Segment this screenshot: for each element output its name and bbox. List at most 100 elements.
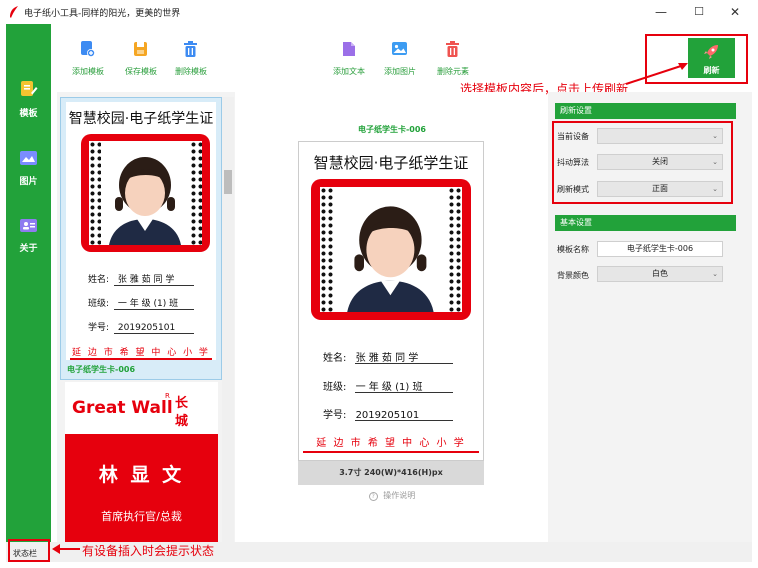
rocket-icon: [704, 45, 718, 59]
school-name[interactable]: 延 边 市 希 望 中 心 小 学: [299, 434, 483, 449]
bg-color-select[interactable]: 白色 ⌄: [597, 266, 723, 282]
underline: [355, 392, 453, 393]
chevron-down-icon: ⌄: [712, 132, 718, 140]
dot-border-right: [190, 141, 202, 245]
help-link[interactable]: ? 操作说明: [300, 490, 484, 501]
template-name-label: 电子纸学生卡-006: [67, 365, 136, 374]
brand-name: Great Wall: [72, 398, 173, 418]
refresh-mode-select[interactable]: 正面 ⌄: [597, 181, 723, 197]
bg-color-label: 背景颜色: [557, 271, 589, 280]
underline: [355, 420, 453, 421]
add-text-icon: [343, 42, 355, 56]
select-value: 正面: [652, 184, 668, 193]
brand-cn-2: 城: [175, 414, 189, 429]
school-name: 延 边 市 希 望 中 心 小 学: [72, 348, 210, 358]
field-label: 学号:: [88, 323, 110, 333]
add-template-label: 添加模板: [72, 67, 104, 76]
close-button[interactable]: ✕: [718, 0, 752, 24]
photo-frame: [81, 134, 210, 252]
image-icon: [20, 151, 37, 165]
basic-settings-header: 基本设置: [555, 215, 736, 231]
underline: [355, 363, 453, 364]
name-field: 姓名: 张 雅 茹 同 学: [88, 272, 174, 285]
template-list-scrollbar[interactable]: [222, 97, 234, 542]
student-photo: [89, 141, 202, 245]
underline: [114, 333, 194, 334]
person-name: 林 显 文: [98, 464, 185, 486]
chevron-down-icon: ⌄: [712, 185, 718, 193]
student-photo[interactable]: [320, 187, 462, 312]
help-icon: ?: [368, 492, 378, 501]
sidebar-item-about[interactable]: 关于: [6, 217, 51, 265]
sidebar-item-template[interactable]: 模板: [6, 80, 51, 128]
add-template-button[interactable]: 添加模板: [59, 40, 117, 86]
trash-icon: [446, 41, 459, 57]
photo-frame[interactable]: [311, 179, 471, 320]
refresh-label: 刷新: [703, 66, 720, 75]
help-label: 操作说明: [383, 491, 416, 500]
field-label: 姓名:: [323, 353, 347, 364]
dither-select[interactable]: 关闭 ⌄: [597, 154, 723, 170]
class-field: 班级: 一 年 级 (1) 班: [88, 296, 178, 309]
template-item-selected[interactable]: 智慧校园·电子纸学生证 姓名: 张 雅 茹 同 学 班级: 一 年 级 (1) …: [60, 97, 222, 380]
red-divider: [303, 451, 479, 453]
canvas-template-name: 电子纸学生卡-006: [357, 125, 427, 134]
title-bar: 电子纸小工具-同样的阳光，更美的世界 — ☐ ✕: [0, 0, 758, 24]
refresh-button[interactable]: 刷新: [688, 38, 735, 78]
registered-mark: R: [165, 392, 170, 400]
brand-cn-1: 长: [175, 396, 189, 411]
add-text-button[interactable]: 添加文本: [320, 40, 378, 86]
sidebar-item-label: 图片: [19, 177, 38, 187]
sidebar-item-image[interactable]: 图片: [6, 150, 51, 198]
window-title: 电子纸小工具-同样的阳光，更美的世界: [24, 9, 181, 19]
add-image-label: 添加图片: [384, 67, 416, 76]
trash-icon: [184, 41, 197, 57]
field-value: 2019205101: [117, 323, 176, 333]
underline: [114, 285, 194, 286]
app-window: 电子纸小工具-同样的阳光，更美的世界 — ☐ ✕ 模板 图片 关于 添加模板 保…: [0, 0, 758, 568]
class-field[interactable]: 班级: 一 年 级 (1) 班: [323, 378, 422, 393]
save-icon: [134, 42, 147, 56]
status-callout-text: 有设备插入时会提示状态: [82, 544, 215, 558]
underline: [114, 309, 194, 310]
chevron-down-icon: ⌄: [712, 270, 718, 278]
template-name-input[interactable]: 电子纸学生卡-006: [597, 241, 723, 257]
refresh-settings-header: 刷新设置: [555, 103, 736, 119]
person-position: 首席执行官/总裁: [101, 510, 182, 523]
refresh-mode-label: 刷新模式: [557, 185, 589, 194]
template-item[interactable]: Great Wall R 长 城 林 显 文 首席执行官/总裁: [65, 382, 218, 542]
maximize-button[interactable]: ☐: [682, 0, 716, 24]
student-portrait-image: [109, 157, 181, 245]
field-value: 张 雅 茹 同 学: [117, 275, 175, 285]
select-value: 关闭: [652, 157, 668, 166]
delete-element-label: 删除元素: [437, 67, 469, 76]
business-card-body: 林 显 文 首席执行官/总裁: [65, 434, 218, 542]
student-id-field: 学号: 2019205101: [88, 320, 175, 333]
add-template-icon: [81, 41, 95, 57]
brand-header: Great Wall R 长 城: [65, 382, 218, 429]
student-portrait-image: [347, 206, 434, 312]
add-text-label: 添加文本: [333, 67, 365, 76]
student-id-field[interactable]: 学号: 2019205101: [323, 406, 419, 421]
dot-border-right: [448, 187, 462, 312]
field-value: 一 年 级 (1) 班: [117, 299, 179, 309]
editor-card-preview[interactable]: 智慧校园·电子纸学生证 姓名: 张 雅 茹 同 学 班级: 一 年 级 (1) …: [298, 141, 484, 461]
about-icon: [20, 219, 37, 232]
callout-arrow: [625, 63, 688, 85]
add-image-icon: [392, 42, 407, 55]
delete-template-button[interactable]: 删除模板: [162, 40, 220, 86]
scrollbar-thumb[interactable]: [224, 170, 232, 194]
sidebar-item-label: 模板: [19, 109, 38, 119]
left-sidebar: 模板 图片 关于: [6, 24, 51, 542]
card-size-info: 3.7寸 240(W)*416(H)px: [298, 461, 484, 485]
add-image-button[interactable]: 添加图片: [371, 40, 429, 86]
dither-label: 抖动算法: [557, 158, 589, 167]
callout-arrow: [52, 544, 80, 554]
chevron-down-icon: ⌄: [712, 158, 718, 166]
current-device-select[interactable]: ⌄: [597, 128, 723, 144]
card-title[interactable]: 智慧校园·电子纸学生证: [299, 152, 483, 173]
dot-border-left: [89, 141, 101, 245]
select-value: 白色: [652, 269, 668, 278]
name-field[interactable]: 姓名: 张 雅 茹 同 学: [323, 349, 418, 364]
minimize-button[interactable]: —: [644, 0, 678, 24]
